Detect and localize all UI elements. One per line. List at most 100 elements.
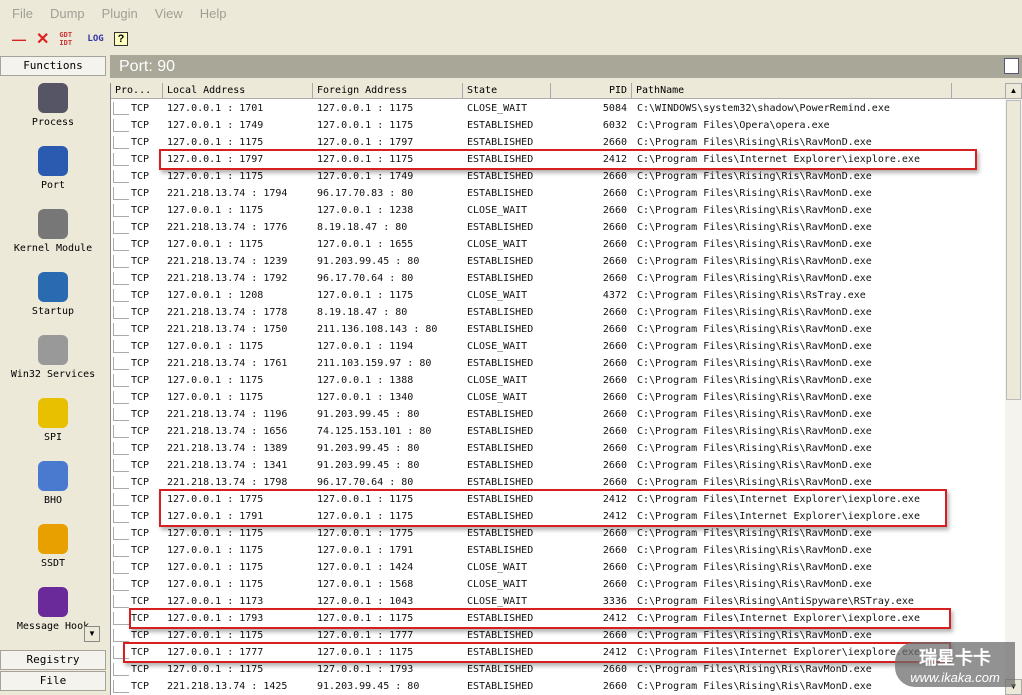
cell-pid: 2660: [602, 341, 627, 352]
table-row[interactable]: TCP 221.218.13.74 : 1761 211.103.159.97 : …: [111, 355, 1005, 372]
file-button[interactable]: File: [0, 671, 106, 691]
registry-button[interactable]: Registry: [0, 650, 106, 670]
help-icon[interactable]: ?: [113, 32, 129, 46]
col-local-address[interactable]: Local Address: [163, 83, 313, 99]
cell-foreign-address: 127.0.0.1 : 1793: [317, 664, 414, 675]
menu-view[interactable]: View: [155, 6, 183, 21]
sidebar-item-process[interactable]: Process: [0, 83, 106, 128]
title-icon[interactable]: [1004, 58, 1019, 74]
table-row[interactable]: TCP 221.218.13.74 : 1776 8.19.18.47 : 80 ES…: [111, 219, 1005, 236]
table-row[interactable]: TCP 221.218.13.74 : 1778 8.19.18.47 : 80 ES…: [111, 304, 1005, 321]
cell-foreign-address: 127.0.0.1 : 1388: [317, 375, 414, 386]
cell-path: C:\Program Files\Rising\Ris\RavMonD.exe: [637, 324, 872, 335]
table-row[interactable]: TCP 127.0.0.1 : 1175 127.0.0.1 : 1238 CLOSE…: [111, 202, 1005, 219]
port-icon: [38, 146, 68, 176]
cell-local-address: 221.218.13.74 : 1794: [167, 188, 288, 199]
table-row[interactable]: TCP 127.0.0.1 : 1175 127.0.0.1 : 1340 CLOSE…: [111, 389, 1005, 406]
menu-help[interactable]: Help: [200, 6, 227, 21]
table-row[interactable]: TCP 127.0.0.1 : 1175 127.0.0.1 : 1775 ESTAB…: [111, 525, 1005, 542]
cell-foreign-address: 127.0.0.1 : 1568: [317, 579, 414, 590]
sidebar-item-label: Kernel Module: [13, 243, 93, 254]
cell-pid: 2660: [602, 375, 627, 386]
cell-foreign-address: 74.125.153.101 : 80: [317, 426, 432, 437]
menu-plugin[interactable]: Plugin: [102, 6, 138, 21]
protocol-icon: [113, 612, 129, 625]
cell-protocol: TCP: [131, 511, 150, 522]
sidebar-item-startup[interactable]: Startup: [0, 272, 106, 317]
cell-state: ESTABLISHED: [467, 273, 534, 284]
highlight-box: [159, 149, 977, 170]
table-row[interactable]: TCP 127.0.0.1 : 1175 127.0.0.1 : 1424 CLOSE…: [111, 559, 1005, 576]
scroll-down-button[interactable]: ▼: [84, 626, 100, 642]
cell-state: CLOSE_WAIT: [467, 205, 528, 216]
minimize-icon[interactable]: —: [12, 31, 26, 47]
sidebar-item-spi[interactable]: SPI: [0, 398, 106, 443]
cell-protocol: TCP: [131, 154, 150, 165]
cell-protocol: TCP: [131, 137, 150, 148]
table-row[interactable]: TCP 127.0.0.1 : 1175 127.0.0.1 : 1568 CLOSE…: [111, 576, 1005, 593]
cell-local-address: 127.0.0.1 : 1175: [167, 205, 264, 216]
cell-pid: 2660: [602, 307, 627, 318]
table-row[interactable]: TCP 127.0.0.1 : 1208 127.0.0.1 : 1175 CLOSE…: [111, 287, 1005, 304]
functions-header[interactable]: Functions: [0, 56, 106, 76]
sidebar-item-bho[interactable]: BHO: [0, 461, 106, 506]
table-row[interactable]: TCP 127.0.0.1 : 1175 127.0.0.1 : 1655 CLOSE…: [111, 236, 1005, 253]
cell-state: ESTABLISHED: [467, 358, 534, 369]
table-row[interactable]: TCP 221.218.13.74 : 1794 96.17.70.83 : 80 E…: [111, 185, 1005, 202]
table-row[interactable]: TCP 221.218.13.74 : 1196 91.203.99.45 : 80…: [111, 406, 1005, 423]
table-row[interactable]: TCP 221.218.13.74 : 1425 91.203.99.45 : 80…: [111, 678, 1005, 695]
col-pid[interactable]: PID: [551, 83, 632, 99]
col-protocol[interactable]: Pro...: [111, 83, 163, 99]
sidebar-item-port[interactable]: Port: [0, 146, 106, 191]
cell-path: C:\Program Files\Rising\Ris\RavMonD.exe: [637, 443, 872, 454]
table-row[interactable]: TCP 127.0.0.1 : 1175 127.0.0.1 : 1793 ESTAB…: [111, 661, 1005, 678]
cell-protocol: TCP: [131, 290, 150, 301]
sidebar-item-win32-services[interactable]: Win32 Services: [0, 335, 106, 380]
cell-state: ESTABLISHED: [467, 460, 534, 471]
col-state[interactable]: State: [463, 83, 551, 99]
cell-protocol: TCP: [131, 562, 150, 573]
vertical-scrollbar[interactable]: ▲ ▼: [1005, 83, 1022, 695]
table-row[interactable]: TCP 127.0.0.1 : 1175 127.0.0.1 : 1194 CLOSE…: [111, 338, 1005, 355]
table-row[interactable]: TCP 221.218.13.74 : 1341 91.203.99.45 : 80…: [111, 457, 1005, 474]
protocol-icon: [113, 255, 129, 268]
cell-path: C:\Program Files\Rising\Ris\RavMonD.exe: [637, 392, 872, 403]
close-icon[interactable]: ✕: [36, 29, 49, 49]
sidebar-item-ssdt[interactable]: SSDT: [0, 524, 106, 569]
cell-path: C:\Program Files\Rising\Ris\RavMonD.exe: [637, 307, 872, 318]
gdt-idt-button[interactable]: GDT IDT: [59, 31, 77, 47]
table-row[interactable]: TCP 221.218.13.74 : 1792 96.17.70.64 : 80 E…: [111, 270, 1005, 287]
scroll-up-arrow[interactable]: ▲: [1005, 83, 1022, 99]
page-title: Port: 90: [110, 55, 1022, 78]
col-foreign-address[interactable]: Foreign Address: [313, 83, 463, 99]
cell-protocol: TCP: [131, 477, 150, 488]
cell-pid: 4372: [602, 290, 627, 301]
protocol-icon: [113, 459, 129, 472]
cell-local-address: 221.218.13.74 : 1778: [167, 307, 288, 318]
col-pathname[interactable]: PathName: [632, 83, 952, 99]
table-row[interactable]: TCP 221.218.13.74 : 1239 91.203.99.45 : 80…: [111, 253, 1005, 270]
cell-local-address: 221.218.13.74 : 1776: [167, 222, 288, 233]
cell-path: C:\Program Files\Rising\Ris\RavMonD.exe: [637, 409, 872, 420]
sidebar-item-kernel-module[interactable]: Kernel Module: [0, 209, 106, 254]
cell-pid: 2660: [602, 443, 627, 454]
table-row[interactable]: TCP 221.218.13.74 : 1656 74.125.153.101 : …: [111, 423, 1005, 440]
cell-foreign-address: 127.0.0.1 : 1175: [317, 120, 414, 131]
cell-foreign-address: 96.17.70.64 : 80: [317, 273, 414, 284]
table-row[interactable]: TCP 127.0.0.1 : 1175 127.0.0.1 : 1388 CLOSE…: [111, 372, 1005, 389]
menu-dump[interactable]: Dump: [50, 6, 85, 21]
table-row[interactable]: TCP 127.0.0.1 : 1175 127.0.0.1 : 1791 ESTAB…: [111, 542, 1005, 559]
cell-protocol: TCP: [131, 409, 150, 420]
protocol-icon: [113, 391, 129, 404]
table-row[interactable]: TCP 127.0.0.1 : 1701 127.0.0.1 : 1175 CLOSE…: [111, 100, 1005, 117]
table-row[interactable]: TCP 127.0.0.1 : 1175 127.0.0.1 : 1749 ESTAB…: [111, 168, 1005, 185]
cell-pid: 2660: [602, 222, 627, 233]
cell-state: ESTABLISHED: [467, 545, 534, 556]
menu-file[interactable]: File: [12, 6, 33, 21]
protocol-icon: [113, 527, 129, 540]
log-button[interactable]: LOG: [87, 34, 103, 44]
table-row[interactable]: TCP 127.0.0.1 : 1749 127.0.0.1 : 1175 ESTAB…: [111, 117, 1005, 134]
table-row[interactable]: TCP 221.218.13.74 : 1750 211.136.108.143 :…: [111, 321, 1005, 338]
table-row[interactable]: TCP 221.218.13.74 : 1389 91.203.99.45 : 80…: [111, 440, 1005, 457]
scrollbar-thumb[interactable]: [1006, 100, 1021, 400]
